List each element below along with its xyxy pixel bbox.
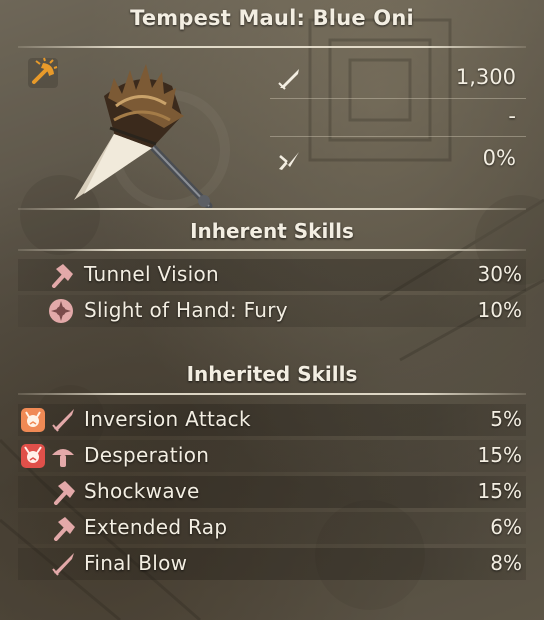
skill-value: 5%: [490, 407, 522, 431]
mushroom-icon: [52, 449, 74, 467]
attack-value: 1,300: [455, 65, 516, 89]
skill-name: Final Blow: [84, 551, 188, 575]
stat-divider: [270, 98, 526, 99]
skill-value: 30%: [477, 262, 522, 286]
inherent-skill-row[interactable]: Tunnel Vision 30%: [18, 259, 526, 291]
title-divider: [18, 46, 526, 48]
inherited-skill-row[interactable]: Extended Rap 6%: [18, 512, 526, 544]
weapon-image: [74, 64, 213, 208]
critical-value: 0%: [482, 146, 516, 170]
inherent-skill-row[interactable]: Slight of Hand: Fury 10%: [18, 295, 526, 327]
inherited-skill-row[interactable]: Inversion Attack 5%: [18, 404, 526, 436]
inherited-skill-row[interactable]: Final Blow 8%: [18, 548, 526, 580]
sword-icon: [52, 409, 74, 432]
oni-mask-red-icon: [21, 444, 45, 468]
skill-value: 10%: [477, 298, 522, 322]
skill-name: Slight of Hand: Fury: [84, 298, 288, 322]
inherited-skill-row[interactable]: Desperation 15%: [18, 440, 526, 472]
skill-value: 15%: [477, 479, 522, 503]
inherited-skill-row[interactable]: Shockwave 15%: [18, 476, 526, 508]
inherent-skills-header: Inherent Skills: [190, 219, 354, 243]
critical-slash-icon: [279, 152, 299, 170]
secondary-value: -: [508, 104, 516, 128]
weapon-title: Tempest Maul: Blue Oni: [130, 6, 414, 30]
pinwheel-emblem-icon: [49, 299, 73, 323]
skill-value: 15%: [477, 443, 522, 467]
skill-name: Shockwave: [84, 479, 200, 503]
section-divider: [18, 208, 526, 210]
skill-name: Inversion Attack: [84, 407, 251, 431]
skill-name: Desperation: [84, 443, 210, 467]
oni-mask-icon: [21, 408, 45, 432]
section-divider: [18, 393, 526, 395]
stat-attack: 1,300: [270, 64, 526, 94]
skill-value: 6%: [490, 515, 522, 539]
inherited-skills-header: Inherited Skills: [186, 362, 358, 386]
stat-secondary: -: [270, 103, 526, 133]
weapon-detail-panel: Tempest Maul: Blue Oni 1,300 - 0% Inhere…: [0, 0, 544, 620]
hammer-icon: [52, 264, 73, 288]
hammer-icon: [54, 481, 75, 505]
section-divider: [18, 249, 526, 251]
hammer-icon: [54, 517, 75, 541]
skill-name: Extended Rap: [84, 515, 228, 539]
skill-name: Tunnel Vision: [84, 262, 220, 286]
stat-critical: 0%: [270, 145, 526, 175]
skill-value: 8%: [490, 551, 522, 575]
sword-icon: [52, 553, 74, 576]
sword-attack-icon: [278, 69, 299, 90]
stat-divider: [270, 136, 526, 137]
